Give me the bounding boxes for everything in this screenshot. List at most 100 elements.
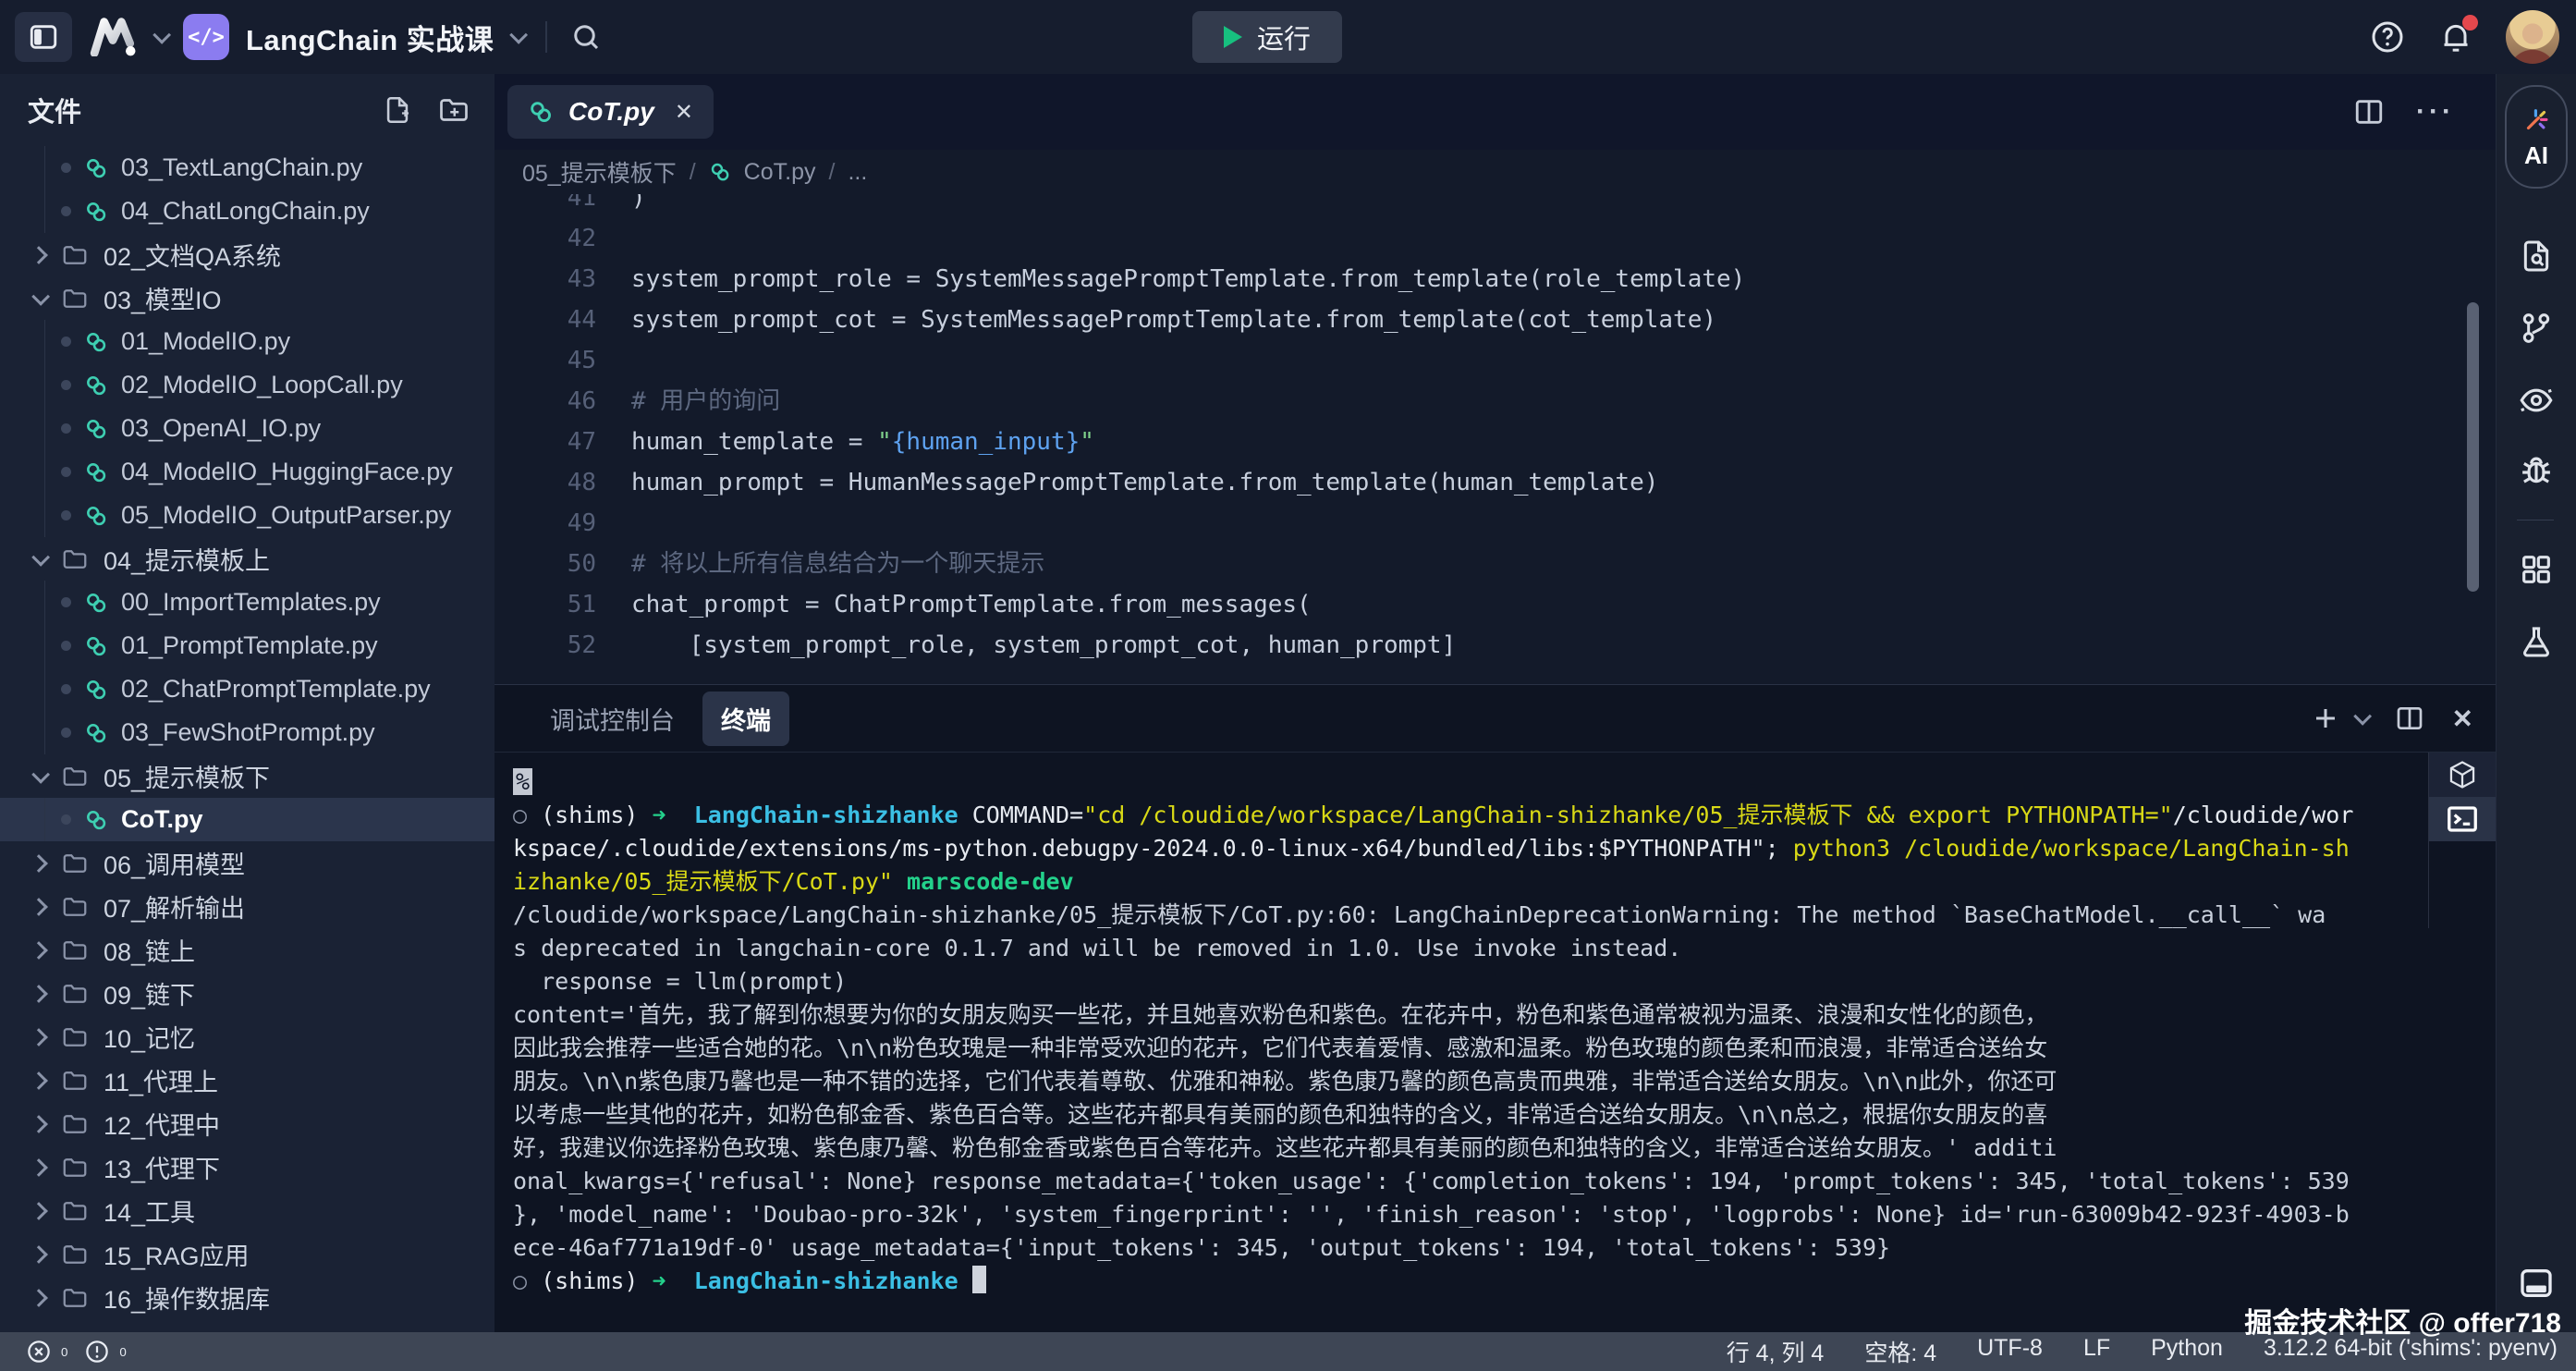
- dev-environment-session[interactable]: [2429, 753, 2496, 797]
- tree-folder-09_链下[interactable]: 09_链下: [0, 972, 494, 1015]
- code-line-47[interactable]: 47human_template = "{human_input}": [494, 422, 2496, 462]
- tree-folder-02_文档QA系统[interactable]: 02_文档QA系统: [0, 233, 494, 276]
- status-language-mode[interactable]: Python: [2151, 1335, 2223, 1368]
- tree-folder-16_操作数据库[interactable]: 16_操作数据库: [0, 1276, 494, 1319]
- code-line-41[interactable]: 41): [494, 194, 2496, 218]
- tree-folder-15_RAG应用[interactable]: 15_RAG应用: [0, 1232, 494, 1276]
- new-folder-button[interactable]: [437, 93, 470, 127]
- close-panel-button[interactable]: ✕: [2452, 704, 2473, 734]
- help-button[interactable]: [2369, 18, 2406, 55]
- panel-bottom-icon: [2518, 1265, 2555, 1302]
- tree-file-02_ModelIO_LoopCall.py[interactable]: 02_ModelIO_LoopCall.py: [0, 363, 494, 407]
- new-file-button[interactable]: [382, 93, 413, 127]
- tree-folder-10_记忆[interactable]: 10_记忆: [0, 1015, 494, 1059]
- run-button-label: 运行: [1257, 18, 1311, 56]
- tree-file-04_ModelIO_HuggingFace.py[interactable]: 04_ModelIO_HuggingFace.py: [0, 450, 494, 494]
- tree-item-label: 11_代理上: [104, 1062, 218, 1098]
- code-line-45[interactable]: 45: [494, 340, 2496, 381]
- tree-file-03_OpenAI_IO.py[interactable]: 03_OpenAI_IO.py: [0, 407, 494, 450]
- code-text: [system_prompt_role, system_prompt_cot, …: [596, 625, 1456, 666]
- close-icon[interactable]: ✕: [675, 99, 693, 126]
- problems-button[interactable]: 0 0: [26, 1339, 127, 1365]
- split-terminal-button[interactable]: [2395, 704, 2424, 733]
- chevron-down-icon[interactable]: [153, 26, 171, 44]
- code-editor[interactable]: 41)4243system_prompt_role = SystemMessag…: [494, 194, 2496, 758]
- tree-folder-05_提示模板下[interactable]: 05_提示模板下: [0, 754, 494, 798]
- code-line-50[interactable]: 50# 将以上所有信息结合为一个聊天提示: [494, 544, 2496, 584]
- search-icon: [569, 20, 603, 54]
- tree-folder-13_代理下[interactable]: 13_代理下: [0, 1145, 494, 1189]
- tree-item-label: 06_调用模型: [104, 845, 245, 881]
- code-text: ): [596, 194, 646, 218]
- ai-assistant-button[interactable]: AI: [2505, 85, 2568, 189]
- bug-icon: [2517, 453, 2556, 492]
- run-button[interactable]: 运行: [1192, 11, 1342, 63]
- tree-file-01_ModelIO.py[interactable]: 01_ModelIO.py: [0, 320, 494, 363]
- tree-file-04_ChatLongChain.py[interactable]: 04_ChatLongChain.py: [0, 190, 494, 233]
- line-number: 49: [494, 503, 596, 544]
- grid-button[interactable]: [2517, 533, 2556, 606]
- tree-file-01_PromptTemplate.py[interactable]: 01_PromptTemplate.py: [0, 624, 494, 667]
- tab-cot-py[interactable]: CoT.py ✕: [507, 85, 714, 139]
- line-number: 41: [494, 194, 596, 218]
- flask-button[interactable]: [2517, 606, 2556, 678]
- git-branch-button[interactable]: [2517, 292, 2556, 364]
- langchain-file-icon: [84, 504, 108, 528]
- status-eol[interactable]: LF: [2083, 1335, 2110, 1368]
- tree-folder-07_解析输出[interactable]: 07_解析输出: [0, 885, 494, 928]
- split-editor-button[interactable]: [2353, 96, 2385, 128]
- more-actions-button[interactable]: ···: [2416, 96, 2455, 128]
- new-terminal-button[interactable]: [2312, 704, 2339, 732]
- status-indentation[interactable]: 空格: 4: [1864, 1335, 1936, 1368]
- code-line-42[interactable]: 42: [494, 218, 2496, 259]
- file-search-button[interactable]: [2517, 220, 2556, 292]
- indent-guide: [44, 146, 45, 190]
- tree-folder-14_工具[interactable]: 14_工具: [0, 1189, 494, 1232]
- tree-folder-12_代理中[interactable]: 12_代理中: [0, 1102, 494, 1145]
- tree-folder-11_代理上[interactable]: 11_代理上: [0, 1059, 494, 1102]
- terminal-line-15: ece-46af771a19df-0' usage_metadata={'inp…: [513, 1231, 2496, 1265]
- tree-file-CoT.py[interactable]: CoT.py: [0, 798, 494, 841]
- panel-tab-终端[interactable]: 终端: [702, 692, 789, 746]
- line-number: 47: [494, 422, 596, 462]
- marscode-logo[interactable]: [89, 18, 137, 56]
- breadcrumb-more[interactable]: ...: [848, 159, 867, 186]
- search-button[interactable]: [569, 20, 603, 54]
- tree-folder-03_模型IO[interactable]: 03_模型IO: [0, 276, 494, 320]
- bug-button[interactable]: [2517, 436, 2556, 508]
- notifications-button[interactable]: [2437, 18, 2474, 55]
- terminal-session[interactable]: [2429, 797, 2496, 841]
- line-number: 44: [494, 300, 596, 340]
- breadcrumb-file[interactable]: CoT.py: [744, 159, 816, 186]
- new-folder-icon: [437, 93, 470, 127]
- chevron-down-icon[interactable]: [510, 26, 529, 44]
- tree-file-03_TextLangChain.py[interactable]: 03_TextLangChain.py: [0, 146, 494, 190]
- top-bar: </> LangChain 实战课 运行: [0, 0, 2576, 75]
- code-line-43[interactable]: 43system_prompt_role = SystemMessageProm…: [494, 259, 2496, 300]
- project-title[interactable]: LangChain 实战课: [246, 17, 494, 58]
- tree-file-05_ModelIO_OutputParser.py[interactable]: 05_ModelIO_OutputParser.py: [0, 494, 494, 537]
- code-line-46[interactable]: 46# 用户的询问: [494, 381, 2496, 422]
- status-cursor-position[interactable]: 行 4, 列 4: [1727, 1335, 1825, 1368]
- chevron-down-icon[interactable]: [2353, 707, 2372, 726]
- tree-folder-06_调用模型[interactable]: 06_调用模型: [0, 841, 494, 885]
- tree-file-00_ImportTemplates.py[interactable]: 00_ImportTemplates.py: [0, 581, 494, 624]
- sidebar-toggle-button[interactable]: [15, 12, 72, 62]
- tree-folder-04_提示模板上[interactable]: 04_提示模板上: [0, 537, 494, 581]
- code-line-51[interactable]: 51chat_prompt = ChatPromptTemplate.from_…: [494, 584, 2496, 625]
- tree-folder-08_链上[interactable]: 08_链上: [0, 928, 494, 972]
- status-encoding[interactable]: UTF-8: [1977, 1335, 2043, 1368]
- tree-file-03_FewShotPrompt.py[interactable]: 03_FewShotPrompt.py: [0, 711, 494, 754]
- panel-tab-调试控制台[interactable]: 调试控制台: [531, 692, 693, 746]
- code-line-49[interactable]: 49: [494, 503, 2496, 544]
- terminal-output[interactable]: %○ (shims) ➜ LangChain-shizhanke COMMAND…: [494, 753, 2496, 1298]
- eye-button[interactable]: [2517, 364, 2556, 436]
- breadcrumb-folder[interactable]: 05_提示模板下: [522, 155, 677, 189]
- code-line-44[interactable]: 44system_prompt_cot = SystemMessagePromp…: [494, 300, 2496, 340]
- code-line-48[interactable]: 48human_prompt = HumanMessagePromptTempl…: [494, 462, 2496, 503]
- git-branch-icon: [2518, 310, 2555, 347]
- code-line-52[interactable]: 52 [system_prompt_role, system_prompt_co…: [494, 625, 2496, 666]
- tree-file-02_ChatPromptTemplate.py[interactable]: 02_ChatPromptTemplate.py: [0, 667, 494, 711]
- avatar[interactable]: [2506, 10, 2559, 64]
- vertical-scrollbar[interactable]: [2467, 302, 2479, 592]
